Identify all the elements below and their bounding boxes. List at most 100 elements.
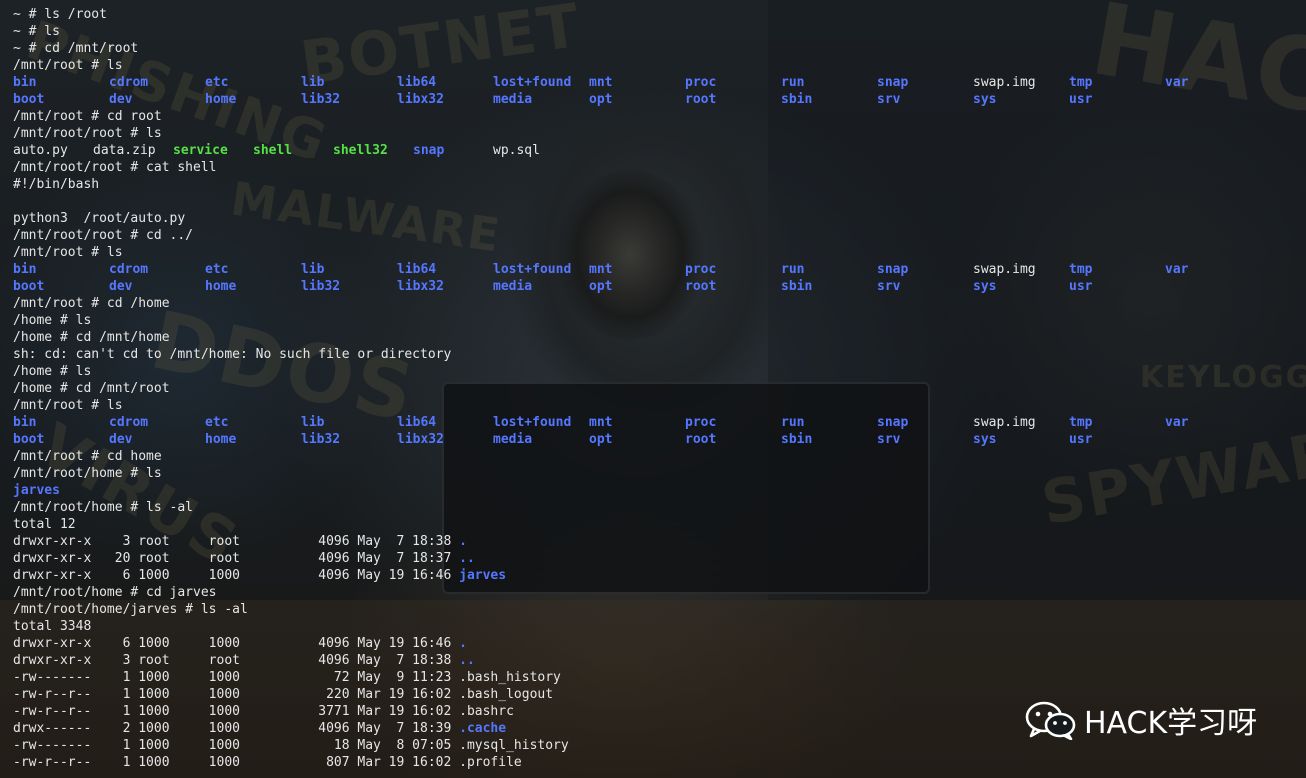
- ls-long-meta: drwxr-xr-x 6 1000 1000 4096 May 19 16:46: [13, 568, 460, 583]
- ls-entry: etc: [205, 262, 229, 277]
- ls-entry: var: [1165, 75, 1189, 90]
- ls-entry: root: [685, 432, 717, 447]
- ls-entry: usr: [1069, 92, 1093, 107]
- ls-long-filename: .bash_history: [459, 670, 561, 685]
- ls-entry: lib: [301, 262, 325, 277]
- ls-entry: run: [781, 415, 805, 430]
- ls-entry: home: [205, 432, 237, 447]
- terminal-line: bin cdrom etc lib lib64 lost+found mnt proc run s…: [13, 261, 1303, 278]
- ls-entry: proc: [685, 75, 717, 90]
- terminal-line: /mnt/root # ls: [13, 398, 123, 413]
- ls-entry: run: [781, 262, 805, 277]
- ls-entry: libx32: [397, 279, 444, 294]
- ls-entry: jarves: [13, 483, 60, 498]
- ls-entry: libx32: [397, 432, 444, 447]
- ls-long-filename: ..: [459, 551, 475, 566]
- ls-entry: lib32: [301, 92, 341, 107]
- terminal-line: /mnt/root/root # cat shell: [13, 160, 217, 175]
- terminal-line: drwxr-xr-x 6 1000 1000 4096 May 19 16:46…: [13, 567, 506, 584]
- ls-entry: boot: [13, 92, 45, 107]
- terminal-line: /home # cd /mnt/home: [13, 330, 170, 345]
- ls-entry: sbin: [781, 279, 813, 294]
- ls-entry: usr: [1069, 279, 1093, 294]
- watermark-text: HACK学习呀: [1084, 706, 1258, 741]
- ls-entry: proc: [685, 415, 717, 430]
- ls-long-meta: -rw-r--r-- 1 1000 1000 3771 Mar 19 16:02: [13, 704, 460, 719]
- ls-entry: sbin: [781, 92, 813, 107]
- terminal-line: -rw------- 1 1000 1000 72 May 9 11:23 .b…: [13, 669, 561, 686]
- terminal-line: drwxr-xr-x 3 root root 4096 May 7 18:38 …: [13, 652, 475, 669]
- terminal-line: drwxr-xr-x 6 1000 1000 4096 May 19 16:46…: [13, 635, 467, 652]
- ls-entry: tmp: [1069, 415, 1093, 430]
- ls-entry: boot: [13, 279, 45, 294]
- ls-entry: opt: [589, 279, 613, 294]
- terminal-line: boot dev home lib32 libx32 media opt root sbin sr…: [13, 431, 1303, 448]
- terminal-line: auto.py data.zip service shell shell32 snap wp…: [13, 142, 1303, 159]
- ls-entry: lost+found: [493, 415, 572, 430]
- ls-entry: snap: [877, 262, 909, 277]
- terminal-line: drwxr-xr-x 3 root root 4096 May 7 18:38 …: [13, 533, 467, 550]
- terminal-output[interactable]: ~ # ls /root ~ # ls ~ # cd /mnt/root/mnt/r…: [0, 0, 1306, 778]
- ls-entry: cdrom: [109, 75, 149, 90]
- terminal-line: drwxr-xr-x 20 root root 4096 May 7 18:37…: [13, 550, 475, 567]
- ls-entry: boot: [13, 432, 45, 447]
- ls-entry: auto.py: [13, 143, 68, 158]
- terminal-line: boot dev home lib32 libx32 media opt root sbin sr…: [13, 91, 1303, 108]
- ls-entry: dev: [109, 432, 133, 447]
- ls-long-meta: -rw-r--r-- 1 1000 1000 807 Mar 19 16:02: [13, 755, 460, 770]
- ls-long-filename: .bashrc: [459, 704, 514, 719]
- ls-entry: lib: [301, 415, 325, 430]
- ls-entry: sys: [973, 279, 997, 294]
- ls-entry: wp.sql: [493, 143, 540, 158]
- terminal-line: ~ # ls /root: [13, 7, 107, 22]
- ls-entry: home: [205, 92, 237, 107]
- ls-long-meta: -rw------- 1 1000 1000 18 May 8 07:05: [13, 738, 460, 753]
- ls-entry: opt: [589, 92, 613, 107]
- ls-entry: run: [781, 75, 805, 90]
- ls-entry: media: [493, 92, 533, 107]
- ls-long-meta: drwxr-xr-x 20 root root 4096 May 7 18:37: [13, 551, 460, 566]
- ls-entry: lib32: [301, 279, 341, 294]
- ls-long-filename: .: [459, 534, 467, 549]
- ls-long-filename: .: [459, 636, 467, 651]
- ls-entry: bin: [13, 262, 37, 277]
- ls-entry: snap: [413, 143, 445, 158]
- terminal-line: -rw-r--r-- 1 1000 1000 220 Mar 19 16:02 …: [13, 686, 553, 703]
- ls-entry: media: [493, 432, 533, 447]
- ls-entry: dev: [109, 279, 133, 294]
- ls-entry: lost+found: [493, 262, 572, 277]
- terminal-line: -rw-r--r-- 1 1000 1000 807 Mar 19 16:02 …: [13, 754, 522, 771]
- ls-long-meta: -rw-r--r-- 1 1000 1000 220 Mar 19 16:02: [13, 687, 460, 702]
- terminal-line: /mnt/root/home # cd jarves: [13, 585, 217, 600]
- ls-entry: lib64: [397, 262, 437, 277]
- ls-entry: sys: [973, 432, 997, 447]
- terminal-line: bin cdrom etc lib lib64 lost+found mnt proc run s…: [13, 74, 1303, 91]
- ls-long-filename: .profile: [459, 755, 522, 770]
- ls-entry: cdrom: [109, 262, 149, 277]
- ls-entry: swap.img: [973, 262, 1036, 277]
- ls-entry: swap.img: [973, 75, 1036, 90]
- terminal-line: #!/bin/bash: [13, 177, 100, 192]
- ls-entry: mnt: [589, 75, 613, 90]
- watermark: HACK学习呀: [1022, 698, 1257, 742]
- terminal-line: bin cdrom etc lib lib64 lost+found mnt proc run s…: [13, 414, 1303, 431]
- ls-entry: etc: [205, 75, 229, 90]
- ls-entry: var: [1165, 415, 1189, 430]
- terminal-line: /mnt/root/home # ls -al: [13, 500, 194, 515]
- terminal-line: /mnt/root/root # ls: [13, 126, 162, 141]
- terminal-line: /home # ls: [13, 313, 92, 328]
- ls-entry: srv: [877, 92, 901, 107]
- ls-entry: snap: [877, 75, 909, 90]
- ls-long-meta: drwxr-xr-x 3 root root 4096 May 7 18:38: [13, 534, 460, 549]
- terminal-line: /mnt/root # cd /home: [13, 296, 170, 311]
- ls-entry: srv: [877, 279, 901, 294]
- terminal-line: -rw------- 1 1000 1000 18 May 8 07:05 .m…: [13, 737, 569, 754]
- terminal-line: ~ # ls: [13, 24, 60, 39]
- ls-entry: usr: [1069, 432, 1093, 447]
- terminal-line: jarves: [13, 482, 1303, 499]
- terminal-line: /mnt/root/root # cd ../: [13, 228, 194, 243]
- ls-entry: lib32: [301, 432, 341, 447]
- ls-entry: bin: [13, 75, 37, 90]
- terminal-line: total 3348: [13, 619, 92, 634]
- ls-entry: bin: [13, 415, 37, 430]
